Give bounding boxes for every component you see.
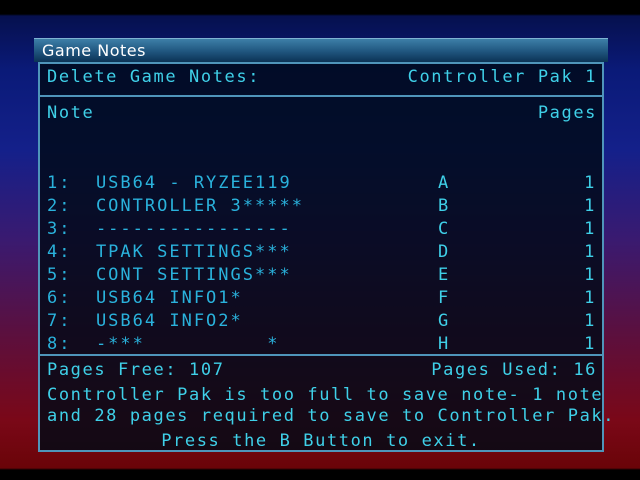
note-letter: G xyxy=(438,311,450,331)
panel-header: Delete Game Notes: Controller Pak 1 xyxy=(40,64,602,97)
note-name: 3: ---------------- xyxy=(47,219,292,239)
note-name: 1: USB64 - RYZEE119 xyxy=(47,173,292,193)
pages-free-label: Pages Free: 107 xyxy=(47,360,225,380)
title-bar: Game Notes xyxy=(34,38,608,62)
note-pages: 1 xyxy=(584,219,596,239)
panel-footer: Pages Free: 107 Pages Used: 16 Controlle… xyxy=(40,354,613,451)
status-message-line-2: and 28 pages required to save to Control… xyxy=(47,406,616,426)
note-letter: E xyxy=(438,265,450,285)
note-name: 6: USB64 INFO1* xyxy=(47,288,243,308)
pages-used-label: Pages Used: 16 xyxy=(431,360,597,380)
note-name: 4: TPAK SETTINGS*** xyxy=(47,242,292,262)
note-pages: 1 xyxy=(584,242,596,262)
note-column-header: Note xyxy=(47,103,95,123)
note-name: 5: CONT SETTINGS*** xyxy=(47,265,292,285)
delete-game-notes-label: Delete Game Notes: xyxy=(47,67,261,87)
note-pages: 1 xyxy=(584,334,596,354)
controller-pak-label: Controller Pak 1 xyxy=(407,67,597,87)
note-letter: D xyxy=(438,242,450,262)
note-pages: 1 xyxy=(584,288,596,308)
note-pages: 1 xyxy=(584,196,596,216)
game-notes-panel: Delete Game Notes: Controller Pak 1 Note… xyxy=(38,62,613,452)
note-letter: A xyxy=(438,173,450,193)
note-letter: C xyxy=(438,219,450,239)
note-pages: 1 xyxy=(584,265,596,285)
note-pages: 1 xyxy=(584,311,596,331)
game-notes-screen: Game Notes Delete Game Notes: Controller… xyxy=(0,0,640,480)
note-name: 2: CONTROLLER 3***** xyxy=(47,196,304,216)
note-pages: 1 xyxy=(584,173,596,193)
note-name: 8: -*** * xyxy=(47,334,280,354)
pages-column-header: Pages xyxy=(537,103,597,123)
exit-prompt: Press the B Button to exit. xyxy=(161,431,481,451)
status-message-line-1: Controller Pak is too full to save note-… xyxy=(47,385,604,405)
note-letter: B xyxy=(438,196,450,216)
note-name: 7: USB64 INFO2* xyxy=(47,311,243,331)
window-title: Game Notes xyxy=(42,41,146,60)
note-letter: H xyxy=(438,334,450,354)
note-letter: F xyxy=(438,288,450,308)
